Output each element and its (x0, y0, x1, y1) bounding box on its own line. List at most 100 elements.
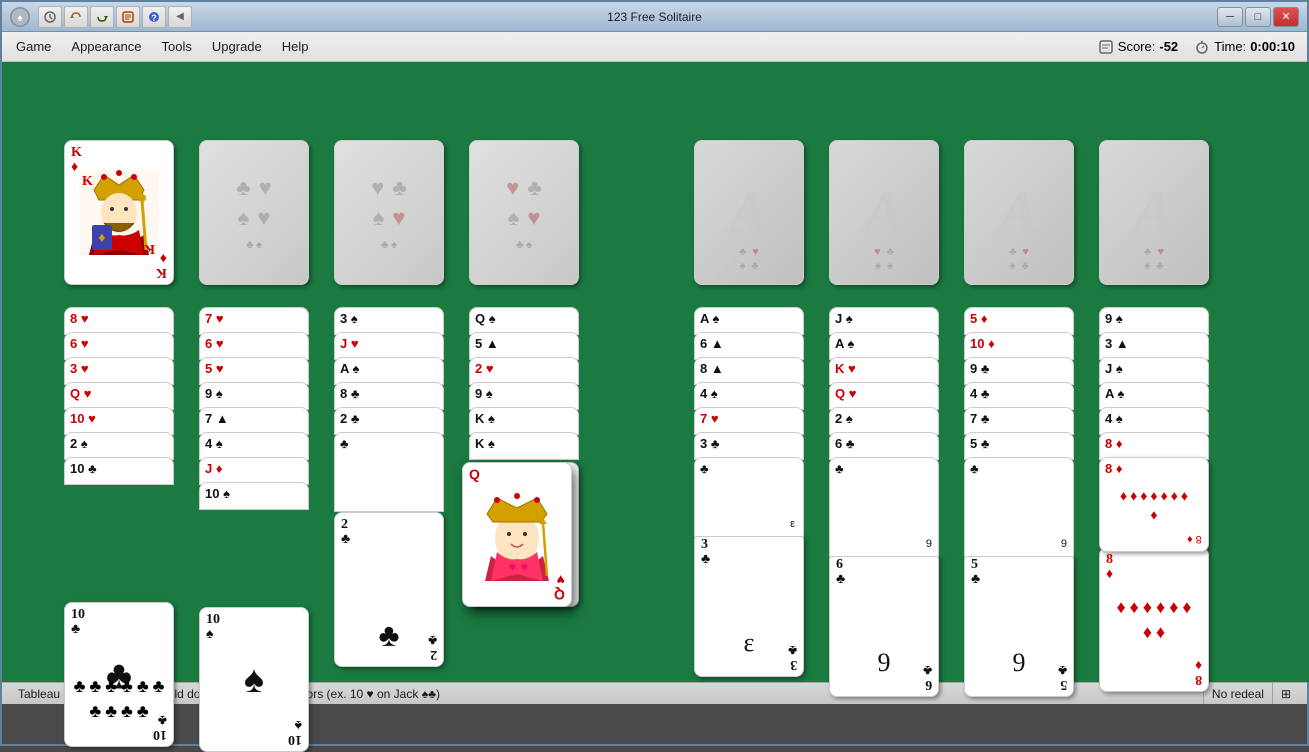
toolbar-btn-1[interactable] (38, 6, 62, 28)
toolbar-btn-4[interactable] (116, 6, 140, 28)
tableau-col7-card-bottom[interactable]: 5♣ 9 5♣ (964, 552, 1074, 697)
tableau-col8-card5[interactable]: 4 ♠ (1099, 407, 1209, 435)
tableau-col2-card1[interactable]: 7 ♥ (199, 307, 309, 335)
stock-pile-4[interactable]: ♥♣ ♠♥ ♣ ♠ (469, 140, 579, 285)
tableau-col1-card2[interactable]: 6 ♥ (64, 332, 174, 360)
time-icon (1194, 39, 1210, 55)
tableau-col6-last[interactable]: ♣ 9 (829, 457, 939, 557)
tableau-col6-card5[interactable]: 2 ♠ (829, 407, 939, 435)
tableau-col7-card5[interactable]: 7 ♣ (964, 407, 1074, 435)
card-queen-dragging[interactable]: Q♥ (462, 462, 572, 607)
tableau-col4-card4[interactable]: 9 ♠ (469, 382, 579, 410)
titlebar-left: ♠ ? ◀ (10, 6, 192, 28)
tableau-col5-card2[interactable]: 6 ▲ (694, 332, 804, 360)
foundation-3[interactable]: A ♣♥ ♠♣ (964, 140, 1074, 285)
menu-help[interactable]: Help (272, 35, 319, 58)
tableau-col6-card1[interactable]: J ♠ (829, 307, 939, 335)
tableau-col6-card6[interactable]: 6 ♣ (829, 432, 939, 460)
tableau-col3-clubs-suit[interactable]: ♣ (334, 432, 444, 512)
tableau-col1-card3[interactable]: 3 ♥ (64, 357, 174, 385)
tableau-col7-card1[interactable]: 5 ♦ (964, 307, 1074, 335)
tableau-col5-card1[interactable]: A ♠ (694, 307, 804, 335)
tableau-col8-card1[interactable]: 9 ♠ (1099, 307, 1209, 335)
tableau-col5-card3[interactable]: 8 ▲ (694, 357, 804, 385)
tableau-col7-card3[interactable]: 9 ♣ (964, 357, 1074, 385)
tableau-col4-card5[interactable]: K ♠ (469, 407, 579, 435)
tableau-col3-card4[interactable]: 8 ♣ (334, 382, 444, 410)
tableau-col3-card1[interactable]: 3 ♠ (334, 307, 444, 335)
tableau-col5-card6[interactable]: 3 ♣ (694, 432, 804, 460)
minimize-button[interactable]: ─ (1217, 7, 1243, 27)
tableau-col5-card5[interactable]: 7 ♥ (694, 407, 804, 435)
tableau-col6-card3[interactable]: K ♥ (829, 357, 939, 385)
foundation-4[interactable]: A ♣♥ ♠♣ (1099, 140, 1209, 285)
toolbar-btn-2[interactable] (64, 6, 88, 28)
foundation-1[interactable]: A ♣♥ ♠♣ (694, 140, 804, 285)
tableau-col7-last[interactable]: ♣ 9 (964, 457, 1074, 557)
tableau-col7-card6[interactable]: 5 ♣ (964, 432, 1074, 460)
resize-icon[interactable]: ⊞ (1273, 683, 1299, 704)
window-controls: ─ □ ✕ (1217, 7, 1299, 27)
tableau-col8-last[interactable]: 8 ♦ 8 ♦ ♦ ♦ ♦ ♦ ♦ ♦ ♦ ♦ (1099, 457, 1209, 552)
tableau-col2-card4[interactable]: 9 ♠ (199, 382, 309, 410)
tableau-col8-card3[interactable]: J ♠ (1099, 357, 1209, 385)
tableau-col2-card8[interactable]: 10 ♠ (199, 482, 309, 510)
tableau-col6-card4[interactable]: Q ♥ (829, 382, 939, 410)
tableau-col3-card2[interactable]: J ♥ (334, 332, 444, 360)
toolbar-btn-5[interactable]: ? (142, 6, 166, 28)
tableau-col2-card6[interactable]: 4 ♠ (199, 432, 309, 460)
close-button[interactable]: ✕ (1273, 7, 1299, 27)
tableau-col2-card7[interactable]: J ♦ (199, 457, 309, 485)
tableau-col4-card3[interactable]: 2 ♥ (469, 357, 579, 385)
tableau-col3-card3[interactable]: A ♠ (334, 357, 444, 385)
menu-appearance[interactable]: Appearance (61, 35, 151, 58)
score-label: Score: (1118, 39, 1156, 54)
time-display: Time: 0:00:10 (1194, 39, 1295, 55)
menu-upgrade[interactable]: Upgrade (202, 35, 272, 58)
titlebar: ♠ ? ◀ (2, 2, 1307, 32)
tableau-col8-card-bottom[interactable]: 8♦ ♦ ♦ ♦ ♦ ♦ ♦ ♦ ♦ 8♦ (1099, 547, 1209, 692)
tableau-col1-card1[interactable]: 8 ♥ (64, 307, 174, 335)
tableau-col6-card-bottom[interactable]: 6♣ 9 6♣ (829, 552, 939, 697)
foundation-2[interactable]: A ♥♣ ♠♠ (829, 140, 939, 285)
stock-pile-2[interactable]: ♣♥ ♠♥ ♣ ♠ (199, 140, 309, 285)
tableau-col6-card2[interactable]: A ♠ (829, 332, 939, 360)
tableau-col1-card-bottom[interactable]: 10♣ ♣ ♣♣♣ ♣♣♣ ♣♣♣ ♣ 10♣ (64, 602, 174, 747)
tableau-col8-card4[interactable]: A ♠ (1099, 382, 1209, 410)
tableau-col4-card6[interactable]: K ♠ (469, 432, 579, 460)
stock-pile-3[interactable]: ♥♣ ♠♥ ♣ ♠ (334, 140, 444, 285)
tableau-col7-card2[interactable]: 10 ♦ (964, 332, 1074, 360)
tableau-col1-card6[interactable]: 2 ♠ (64, 432, 174, 460)
toolbar-btn-3[interactable] (90, 6, 114, 28)
score-icon (1098, 39, 1114, 55)
tableau-col5-card-bottom[interactable]: 3♣ ε 3♣ (694, 532, 804, 677)
tableau-col7-card4[interactable]: 4 ♣ (964, 382, 1074, 410)
tableau-col3-card5[interactable]: 2 ♣ (334, 407, 444, 435)
tableau-col2-card2[interactable]: 6 ♥ (199, 332, 309, 360)
tableau-col1-card5[interactable]: 10 ♥ (64, 407, 174, 435)
menu-tools[interactable]: Tools (152, 35, 202, 58)
svg-text:?: ? (151, 13, 157, 23)
app-icon: ♠ (10, 7, 30, 27)
tableau-col2-card3[interactable]: 5 ♥ (199, 357, 309, 385)
tableau-col5-clubs-bottom[interactable]: ♣ ε (694, 457, 804, 537)
menu-game[interactable]: Game (6, 35, 61, 58)
tableau-col4-card1[interactable]: Q ♠ (469, 307, 579, 335)
tableau-col1-card4[interactable]: Q ♥ (64, 382, 174, 410)
svg-text:♦: ♦ (98, 231, 105, 246)
maximize-button[interactable]: □ (1245, 7, 1271, 27)
tableau-col8-card6[interactable]: 8 ♦ (1099, 432, 1209, 460)
tableau-col3-card-bottom[interactable]: 2♣ ♣ 2♣ (334, 512, 444, 667)
menu-score-bar: Game Appearance Tools Upgrade Help Score… (2, 32, 1307, 62)
tableau-col2-card5[interactable]: 7 ▲ (199, 407, 309, 435)
tableau-col8-card2[interactable]: 3 ▲ (1099, 332, 1209, 360)
tableau-col4-card2[interactable]: 5 ▲ (469, 332, 579, 360)
tableau-col1-card7[interactable]: 10 ♣ (64, 457, 174, 485)
svg-text:♥: ♥ (509, 560, 516, 574)
tableau-col5-card4[interactable]: 4 ♠ (694, 382, 804, 410)
stock-pile-1[interactable]: K♦ (64, 140, 174, 285)
game-area[interactable]: K♦ (2, 62, 1309, 682)
tableau-col2-card-bottom[interactable]: 10♠ ♠ 10♠ (199, 607, 309, 752)
toolbar-btn-6[interactable]: ◀ (168, 6, 192, 28)
status-redeal: No redeal (1204, 683, 1273, 704)
